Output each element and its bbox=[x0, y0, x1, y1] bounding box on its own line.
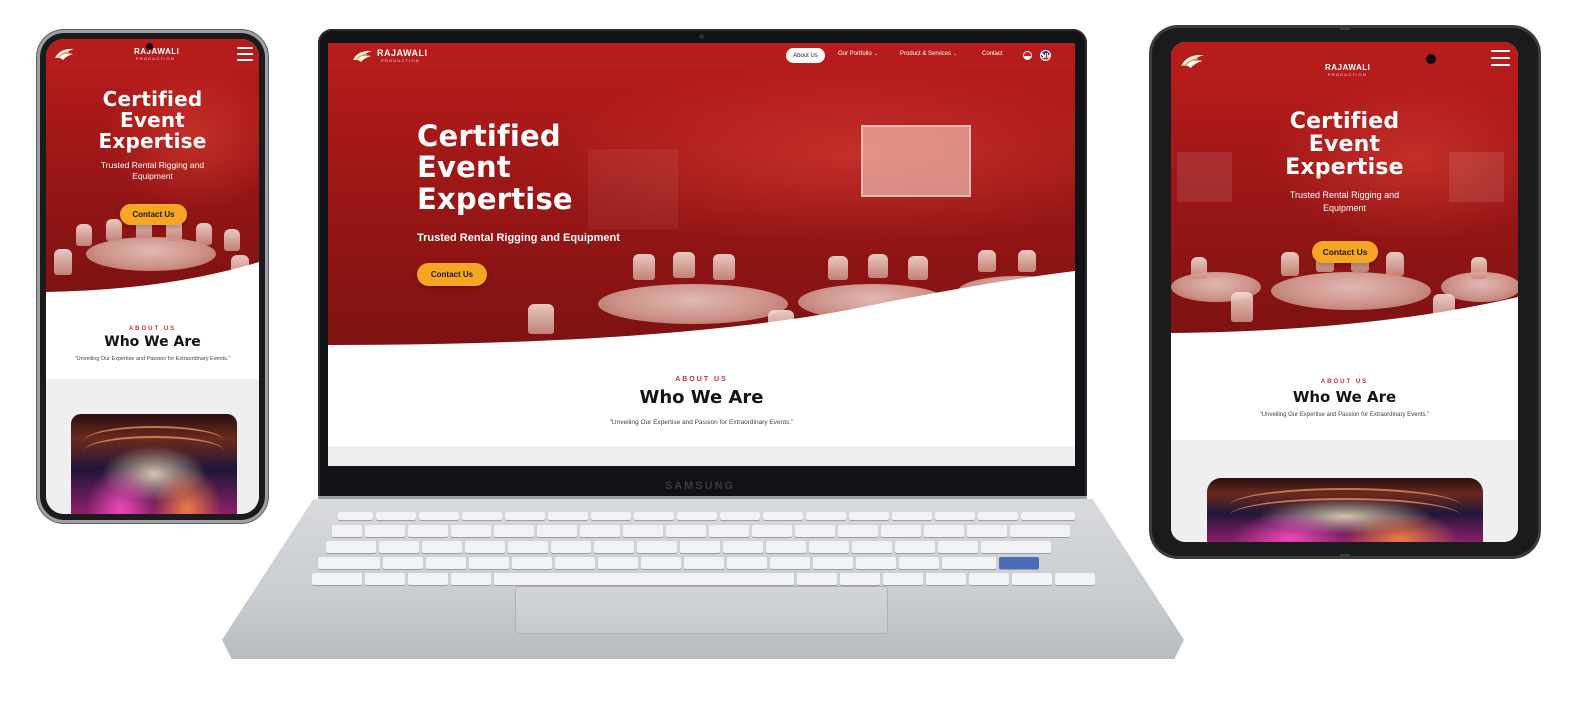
about-title: Who We Are bbox=[104, 334, 201, 350]
hero-title-line1: Certified bbox=[102, 87, 203, 111]
laptop-brand-label: SAMSUNG bbox=[664, 480, 736, 492]
hero-section: Certified Event Expertise Trusted Rental… bbox=[328, 69, 1075, 354]
trackpad[interactable] bbox=[515, 586, 888, 634]
gallery-section bbox=[46, 379, 259, 514]
hero-title-line3: Expertise bbox=[98, 129, 207, 153]
hero-subtitle-line2: Equipment bbox=[132, 171, 173, 182]
hero-title-line2: Event bbox=[119, 108, 186, 132]
indonesia-flag-icon[interactable] bbox=[1023, 51, 1032, 60]
laptop-screen: RAJAWALI PRODUCTION About Us Our Portfol… bbox=[328, 43, 1075, 466]
next-section-strip bbox=[328, 446, 1075, 466]
stage-screen bbox=[861, 125, 971, 197]
hero-subtitle: Trusted Rental Rigging and Equipment bbox=[417, 232, 620, 244]
nav-product-services-label: Product & Services bbox=[900, 51, 952, 57]
phone-camera bbox=[146, 43, 153, 50]
hero-title: Certified Event Expertise bbox=[417, 119, 573, 216]
hero-title: Certified Event Expertise bbox=[1171, 110, 1518, 179]
keyboard-row-5 bbox=[312, 573, 1095, 585]
chevron-down-icon: ⌄ bbox=[873, 51, 878, 57]
keyboard-row-3 bbox=[326, 541, 1051, 553]
hero-subtitle-line1: Trusted Rental Rigging and bbox=[100, 160, 205, 170]
hero-section: Certified Event Expertise Trusted Rental… bbox=[46, 69, 259, 299]
eagle-logo-icon[interactable] bbox=[352, 48, 374, 64]
hero-wave-divider bbox=[46, 262, 259, 299]
concert-stage-image bbox=[71, 414, 237, 514]
laptop-camera bbox=[699, 34, 704, 39]
about-label: ABOUT US bbox=[1320, 379, 1369, 385]
site-header: RAJAWALI PRODUCTION bbox=[1171, 42, 1518, 82]
nav-contact[interactable]: Contact bbox=[982, 51, 1003, 57]
hinge-notch-bottom bbox=[1340, 554, 1350, 558]
about-label: ABOUT US bbox=[128, 326, 177, 332]
nav-our-portfolio[interactable]: Our Portfolio ⌄ bbox=[838, 51, 878, 57]
brand-sub: PRODUCTION bbox=[136, 56, 175, 61]
hero-subtitle-line2: Equipment bbox=[1322, 203, 1367, 214]
brand-sub: PRODUCTION bbox=[381, 58, 420, 63]
hamburger-menu-icon[interactable] bbox=[237, 47, 253, 61]
about-section: ABOUT US Who We Are "Unveiling Our Exper… bbox=[328, 354, 1075, 446]
nav-product-services[interactable]: Product & Services ⌄ bbox=[900, 51, 957, 57]
phone-screen: RAJAWALI PRODUCTION Certified Event Expe… bbox=[46, 39, 259, 514]
about-title: Who We Are bbox=[1292, 388, 1397, 406]
contact-us-button[interactable]: Contact Us bbox=[1312, 241, 1378, 263]
nav-about-us-label: About Us bbox=[793, 52, 818, 59]
foldable-screen: RAJAWALI PRODUCTION Certified Event Expe… bbox=[1171, 42, 1518, 542]
hinge-notch-top bbox=[1340, 26, 1350, 30]
eagle-logo-icon[interactable] bbox=[54, 46, 76, 62]
site-header: RAJAWALI PRODUCTION About Us Our Portfol… bbox=[328, 43, 1075, 69]
hero-title-line3: Expertise bbox=[1285, 155, 1404, 181]
hero-subtitle-line1: Trusted Rental Rigging and bbox=[1289, 190, 1400, 200]
gallery-section bbox=[1171, 440, 1518, 542]
hero-wave-divider bbox=[1171, 297, 1518, 342]
about-quote: "Unveiling Our Expertise and Passion for… bbox=[1259, 412, 1430, 418]
keyboard-row-1 bbox=[338, 512, 1075, 520]
chevron-down-icon: ⌄ bbox=[953, 51, 958, 57]
site-header: RAJAWALI PRODUCTION bbox=[46, 39, 259, 69]
keyboard-row-2 bbox=[332, 525, 1070, 537]
about-quote: "Unveiling Our Expertise and Passion for… bbox=[74, 356, 231, 362]
nav-our-portfolio-label: Our Portfolio bbox=[838, 51, 872, 57]
hero-title-line2: Event bbox=[417, 150, 511, 185]
about-section: ABOUT US Who We Are "Unveiling Our Exper… bbox=[46, 299, 259, 379]
brand-sub: PRODUCTION bbox=[1328, 72, 1367, 77]
contact-us-button[interactable]: Contact Us bbox=[417, 263, 487, 286]
hero-subtitle: Trusted Rental Rigging and Equipment bbox=[1171, 189, 1518, 215]
hero-title-line1: Certified bbox=[1289, 109, 1400, 134]
hero-title-line2: Event bbox=[1308, 132, 1381, 158]
about-title: Who We Are bbox=[639, 387, 764, 408]
foldable-camera bbox=[1426, 54, 1436, 64]
nav-contact-label: Contact bbox=[982, 51, 1003, 57]
about-quote: "Unveiling Our Expertise and Passion for… bbox=[609, 419, 794, 426]
hero-subtitle: Trusted Rental Rigging and Equipment bbox=[46, 160, 259, 183]
keyboard-row-4 bbox=[318, 557, 1039, 569]
hero-title: Certified Event Expertise bbox=[46, 89, 259, 152]
hero-title-line3: Expertise bbox=[417, 181, 573, 216]
eagle-logo-icon[interactable] bbox=[1180, 51, 1206, 71]
about-label: ABOUT US bbox=[675, 376, 728, 383]
contact-us-button[interactable]: Contact Us bbox=[120, 204, 187, 225]
brand-name: RAJAWALI bbox=[377, 48, 428, 58]
about-section: ABOUT US Who We Are "Unveiling Our Exper… bbox=[1171, 342, 1518, 440]
hamburger-menu-icon[interactable] bbox=[1491, 50, 1510, 66]
brand-name: RAJAWALI bbox=[134, 47, 180, 56]
brand-name: RAJAWALI bbox=[1325, 63, 1371, 72]
concert-stage-image bbox=[1207, 478, 1483, 542]
uk-flag-icon[interactable] bbox=[1040, 50, 1051, 61]
hero-title-line1: Certified bbox=[417, 119, 561, 153]
nav-about-us[interactable]: About Us bbox=[786, 48, 825, 63]
hero-section: Certified Event Expertise Trusted Rental… bbox=[1171, 82, 1518, 342]
